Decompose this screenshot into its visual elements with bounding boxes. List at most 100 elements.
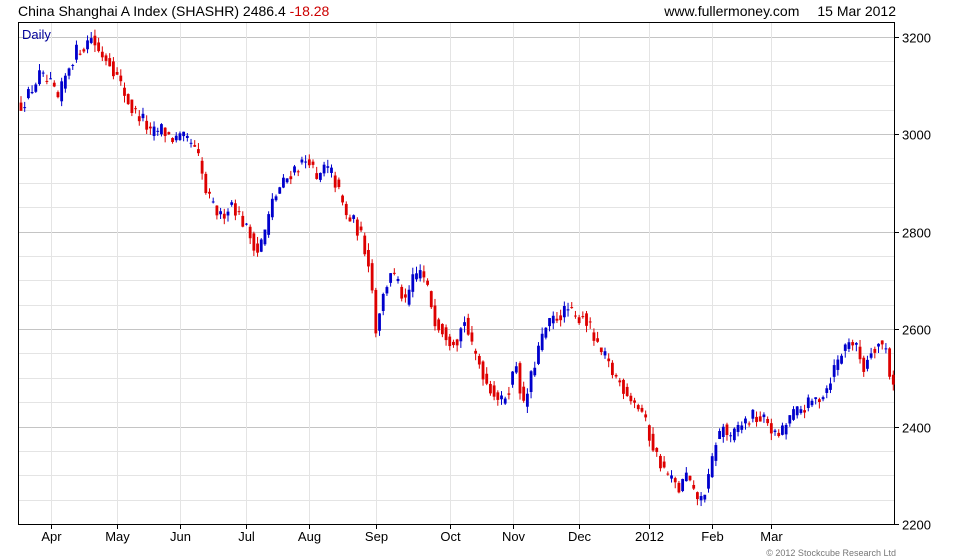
candle-body [703, 494, 707, 500]
candle-body [740, 425, 744, 430]
candle-body [603, 351, 607, 356]
candle-body [559, 315, 563, 321]
candle-body [622, 379, 625, 394]
candle-body [817, 399, 821, 402]
candle-body [548, 318, 551, 327]
candle-body [418, 270, 422, 279]
candle-body [370, 263, 374, 291]
candle-body [832, 365, 836, 377]
candle-body [415, 273, 418, 280]
candle-body [781, 425, 784, 435]
candle-body [592, 332, 596, 341]
candle-body [389, 273, 393, 283]
candle-body [130, 99, 134, 114]
candle-body [463, 322, 466, 326]
candle-body [585, 313, 588, 326]
candle-body [222, 213, 226, 219]
candle-body [670, 475, 673, 479]
candle-body [729, 435, 733, 437]
candle-body [230, 202, 234, 205]
candle-body [684, 472, 688, 482]
candle-body [38, 70, 41, 85]
candle-body [89, 38, 93, 43]
candle-body [636, 405, 640, 410]
candle-body [799, 409, 803, 413]
candle-body [866, 359, 869, 369]
x-tick-label: May [105, 529, 130, 544]
candle-body [259, 239, 263, 252]
candle-body [854, 342, 858, 345]
candle-body [755, 416, 758, 423]
candle-body [326, 166, 330, 168]
candle-body [762, 414, 766, 418]
candle-body [344, 203, 348, 216]
candle-body [78, 53, 82, 55]
candle-body [385, 287, 389, 294]
candle-body [367, 249, 370, 267]
candle-body [352, 215, 356, 219]
candle-body [104, 55, 108, 61]
candle-body [688, 475, 692, 481]
candle-body [551, 315, 555, 324]
candle-body [577, 317, 581, 324]
candle-body [758, 416, 762, 422]
candle-body [426, 280, 429, 285]
candle-body [880, 340, 884, 345]
candle-body [141, 113, 145, 119]
candle-body [75, 44, 78, 60]
candle-body [869, 353, 873, 358]
x-tick-label: Dec [568, 529, 592, 544]
candle-body [873, 348, 877, 353]
candle-body [171, 138, 174, 143]
candle-body [182, 131, 186, 137]
candle-body [803, 410, 806, 413]
candle-body [647, 425, 651, 441]
candle-body [63, 75, 67, 89]
candle-body [562, 305, 566, 318]
candle-body [474, 350, 478, 354]
candle-body [211, 201, 215, 203]
candle-body [629, 395, 633, 402]
candle-body [522, 386, 526, 401]
candle-body [537, 345, 540, 364]
candle-body [744, 418, 747, 424]
candlestick-chart: Apr May Jun Jul Aug Sep Oct Nov Dec 2012 Feb Mar 220… [18, 22, 931, 544]
candle-body [215, 205, 219, 216]
y-tick-label: 3000 [902, 128, 931, 143]
candle-body [282, 177, 285, 188]
candle-body [644, 414, 648, 418]
candle-body [145, 120, 149, 130]
candle-body [178, 133, 182, 141]
x-tick-label: Feb [701, 529, 723, 544]
candle-body [378, 313, 381, 331]
candle-body [518, 363, 522, 394]
candle-body [795, 406, 799, 416]
candle-body [285, 178, 289, 183]
candle-body [843, 344, 847, 351]
candle-body [821, 397, 825, 400]
candle-body [315, 173, 319, 179]
candle-body [673, 478, 677, 483]
candle-body [618, 380, 622, 383]
candle-body [681, 478, 685, 492]
candle-body [337, 179, 341, 188]
candle-body [784, 424, 788, 435]
candle-body [333, 175, 337, 188]
candle-body [862, 357, 866, 372]
candle-body [219, 211, 222, 215]
candle-body [574, 315, 577, 317]
candle-body [45, 80, 49, 82]
x-tick-label: Aug [298, 529, 321, 544]
candle-body [26, 89, 30, 99]
candle-body [888, 348, 892, 377]
candle-body [851, 342, 855, 346]
candle-body [341, 195, 344, 203]
candle-body [610, 362, 614, 376]
candle-body [840, 355, 843, 364]
candle-body [625, 386, 629, 396]
candle-body [514, 366, 518, 373]
candle-body [829, 383, 832, 390]
candle-body [437, 319, 441, 331]
candle-body [23, 107, 27, 109]
candle-body [544, 327, 548, 338]
